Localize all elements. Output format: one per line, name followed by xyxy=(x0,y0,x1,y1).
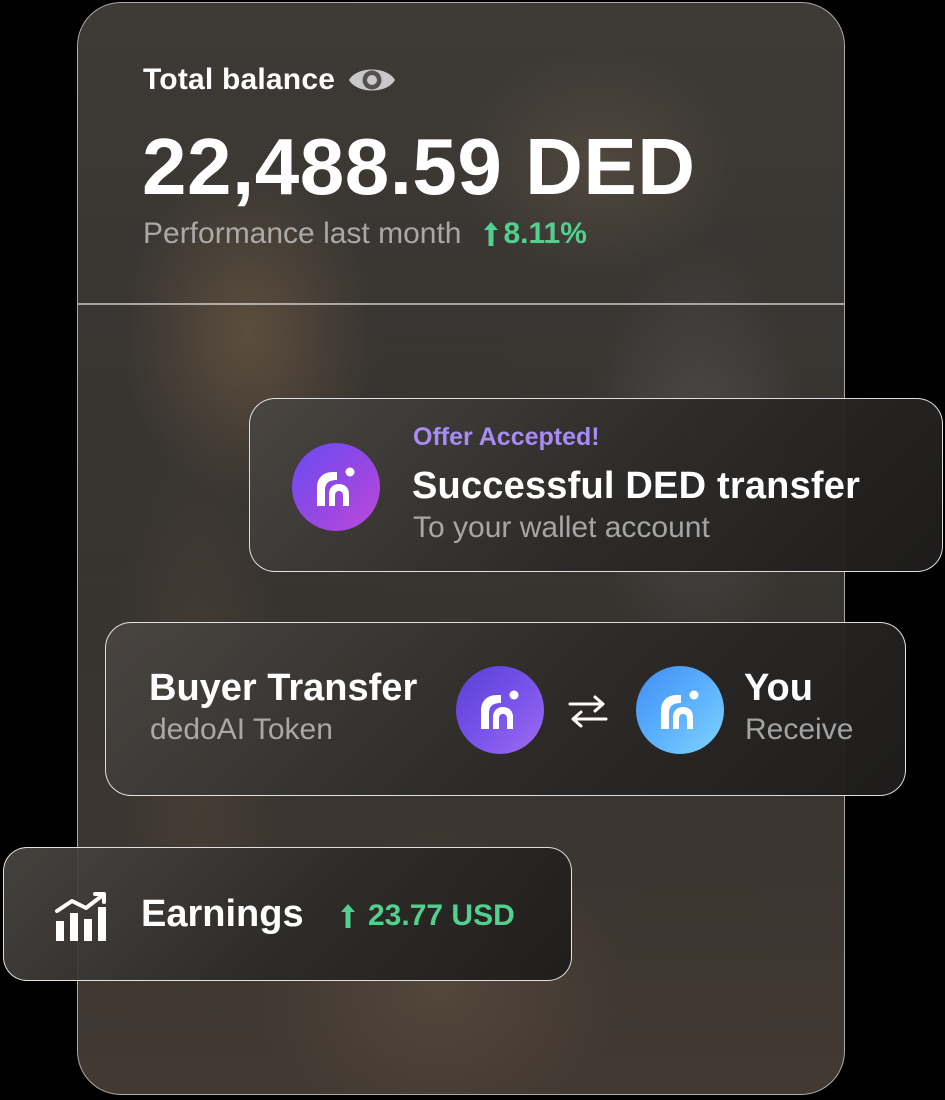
buyer-subtitle: dedoAI Token xyxy=(150,713,333,746)
bar-chart-trend-icon xyxy=(55,892,106,941)
swap-arrows-icon xyxy=(568,695,608,728)
you-subtitle: Receive xyxy=(745,713,854,746)
dedo-mark-icon xyxy=(481,690,519,729)
earnings-label: Earnings xyxy=(141,893,304,935)
offer-status: Offer Accepted! xyxy=(413,423,600,451)
you-logo-icon xyxy=(636,666,724,754)
arrow-up-icon xyxy=(341,904,355,928)
arrow-up-icon xyxy=(484,222,499,246)
buyer-title: Buyer Transfer xyxy=(149,667,418,709)
dedo-logo-icon xyxy=(292,443,380,531)
offer-title: Successful DED transfer xyxy=(412,465,861,507)
performance-percent: 8.11% xyxy=(503,217,587,250)
dedo-mark-icon xyxy=(661,690,699,729)
earnings-value: 23.77 USD xyxy=(340,899,515,933)
you-title: You xyxy=(744,667,813,709)
eye-icon[interactable] xyxy=(347,61,397,99)
balance-header: Total balance 22,488.59 DED Performance … xyxy=(78,3,844,303)
divider xyxy=(78,303,844,305)
earnings-amount: 23.77 USD xyxy=(368,899,515,932)
performance-value: 8.11% xyxy=(483,217,587,251)
offer-notification-card[interactable]: Offer Accepted! Successful DED transfer … xyxy=(249,398,943,572)
performance-label: Performance last month xyxy=(143,217,462,250)
buyer-logo-icon xyxy=(456,666,544,754)
balance-label: Total balance xyxy=(143,63,336,96)
dedo-mark-icon xyxy=(317,467,355,506)
performance-row: Performance last month 8.11% xyxy=(143,217,587,251)
earnings-card[interactable]: Earnings 23.77 USD xyxy=(3,847,572,981)
balance-label-row: Total balance xyxy=(143,61,397,99)
transfer-card[interactable]: Buyer Transfer dedoAI Token You Receive xyxy=(105,622,906,796)
balance-amount: 22,488.59 DED xyxy=(142,122,696,211)
offer-subtitle: To your wallet account xyxy=(413,511,710,544)
